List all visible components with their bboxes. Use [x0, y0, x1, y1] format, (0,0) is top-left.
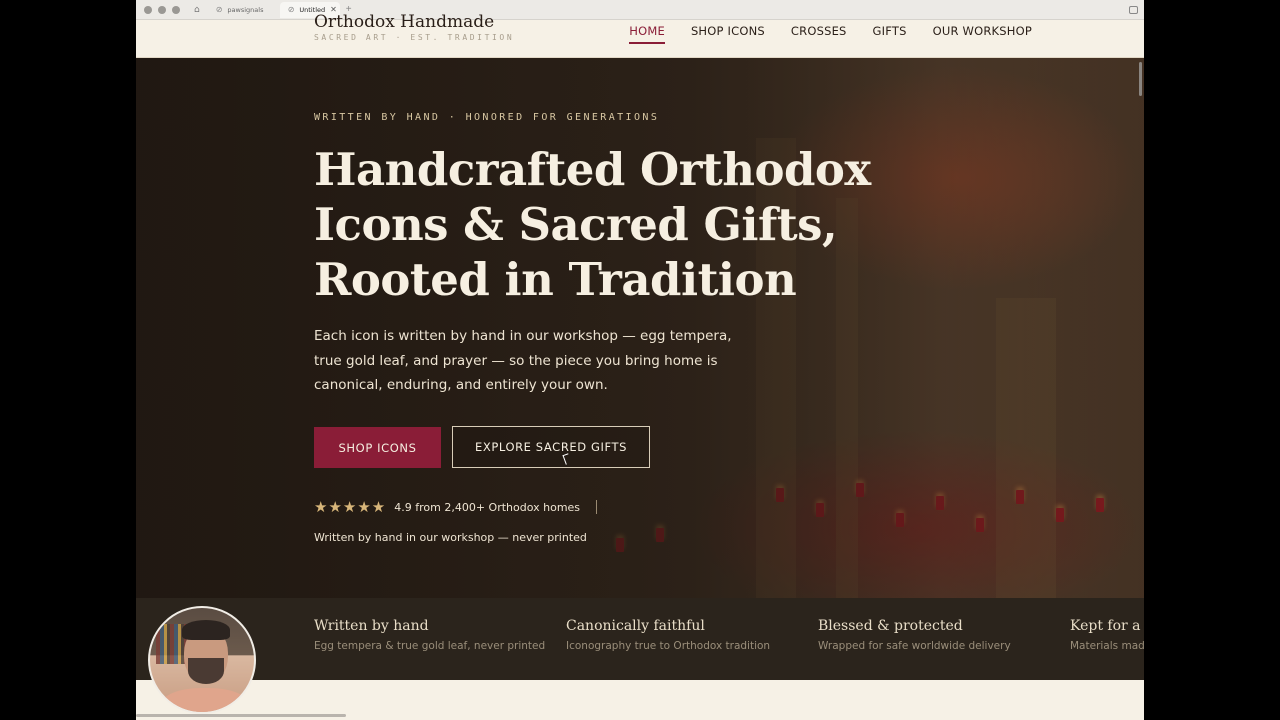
nav-our-workshop[interactable]: OUR WORKSHOP	[933, 20, 1032, 42]
sidebar-toggle-icon[interactable]	[1129, 5, 1138, 14]
nav-shop-icons[interactable]: SHOP ICONS	[691, 20, 765, 42]
minimize-window-button[interactable]	[158, 5, 166, 14]
feature-description: Egg tempera & true gold leaf, never prin…	[314, 640, 546, 652]
hero-eyebrow: WRITTEN BY HAND · HONORED FOR GENERATION…	[314, 112, 660, 123]
home-icon[interactable]: ⌂	[194, 5, 200, 15]
feature-title: Blessed & protected	[818, 618, 963, 634]
presenter-hair	[182, 620, 230, 640]
tab-favicon-icon: ⊘	[215, 5, 223, 14]
feature-item: Written by hand Egg tempera & true gold …	[314, 618, 545, 652]
explore-sacred-gifts-button[interactable]: EXPLORE SACRED GIFTS	[452, 426, 650, 468]
star-rating-icon: ★★★★★	[314, 499, 387, 516]
nav-home[interactable]: HOME	[629, 20, 665, 44]
horizontal-scrollbar[interactable]	[136, 714, 346, 717]
browser-window: ⌂ ⊘ pawsignals ⊘ Untitled ✕ + Orthodox H…	[136, 0, 1144, 720]
hero-description: Each icon is written by hand in our work…	[314, 328, 732, 393]
feature-title: Kept for a li	[1070, 618, 1144, 634]
feature-description: Wrapped for safe worldwide delivery	[818, 640, 1011, 652]
nav-gifts[interactable]: GIFTS	[873, 20, 907, 42]
feature-description: Materials made	[1070, 640, 1144, 652]
tab-label: pawsignals	[227, 5, 264, 14]
hero-note: Written by hand in our workshop — never …	[314, 531, 587, 544]
rating-text: 4.9 from 2,400+ Orthodox homes	[394, 500, 581, 514]
main-nav: HOME SHOP ICONS CROSSES GIFTS OUR WORKSH…	[629, 20, 1032, 44]
nav-crosses[interactable]: CROSSES	[791, 20, 847, 42]
vertical-scrollbar[interactable]	[1139, 62, 1142, 96]
window-controls	[144, 5, 180, 14]
rating: ★★★★★ 4.9 from 2,400+ Orthodox homes	[314, 498, 598, 516]
site-header: Orthodox Handmade SACRED ART · EST. TRAD…	[136, 12, 1144, 58]
hero-title-line: Icons & Sacred Gifts,	[314, 198, 838, 251]
feature-title: Written by hand	[314, 618, 429, 634]
presenter-shirt	[160, 688, 250, 712]
presenter-beard	[188, 658, 224, 684]
close-window-button[interactable]	[144, 5, 152, 14]
hero-title: Handcrafted Orthodox Icons & Sacred Gift…	[314, 142, 871, 307]
brand-logo[interactable]: Orthodox Handmade	[314, 12, 494, 32]
webcam-overlay	[148, 606, 256, 714]
browser-chrome: ⌂ ⊘ pawsignals ⊘ Untitled ✕ +	[136, 0, 1144, 20]
maximize-window-button[interactable]	[172, 5, 180, 14]
feature-item: Canonically faithful Iconography true to…	[566, 618, 770, 652]
hero-section: WRITTEN BY HAND · HONORED FOR GENERATION…	[136, 58, 1144, 598]
shop-icons-button[interactable]: SHOP ICONS	[314, 427, 441, 468]
brand-tagline: SACRED ART · EST. TRADITION	[314, 33, 515, 42]
divider	[596, 500, 598, 514]
browser-tab[interactable]: ⊘ pawsignals	[208, 2, 280, 18]
feature-title: Canonically faithful	[566, 618, 705, 634]
tab-favicon-icon: ⊘	[287, 5, 295, 14]
feature-description: Iconography true to Orthodox tradition	[566, 640, 771, 652]
feature-item: Blessed & protected Wrapped for safe wor…	[818, 618, 1011, 652]
hero-title-line: Handcrafted Orthodox	[314, 143, 871, 196]
features-bar: Written by hand Egg tempera & true gold …	[136, 598, 1144, 680]
hero-title-line: Rooted in Tradition	[314, 253, 797, 306]
feature-item: Kept for a li Materials made	[1070, 618, 1144, 652]
